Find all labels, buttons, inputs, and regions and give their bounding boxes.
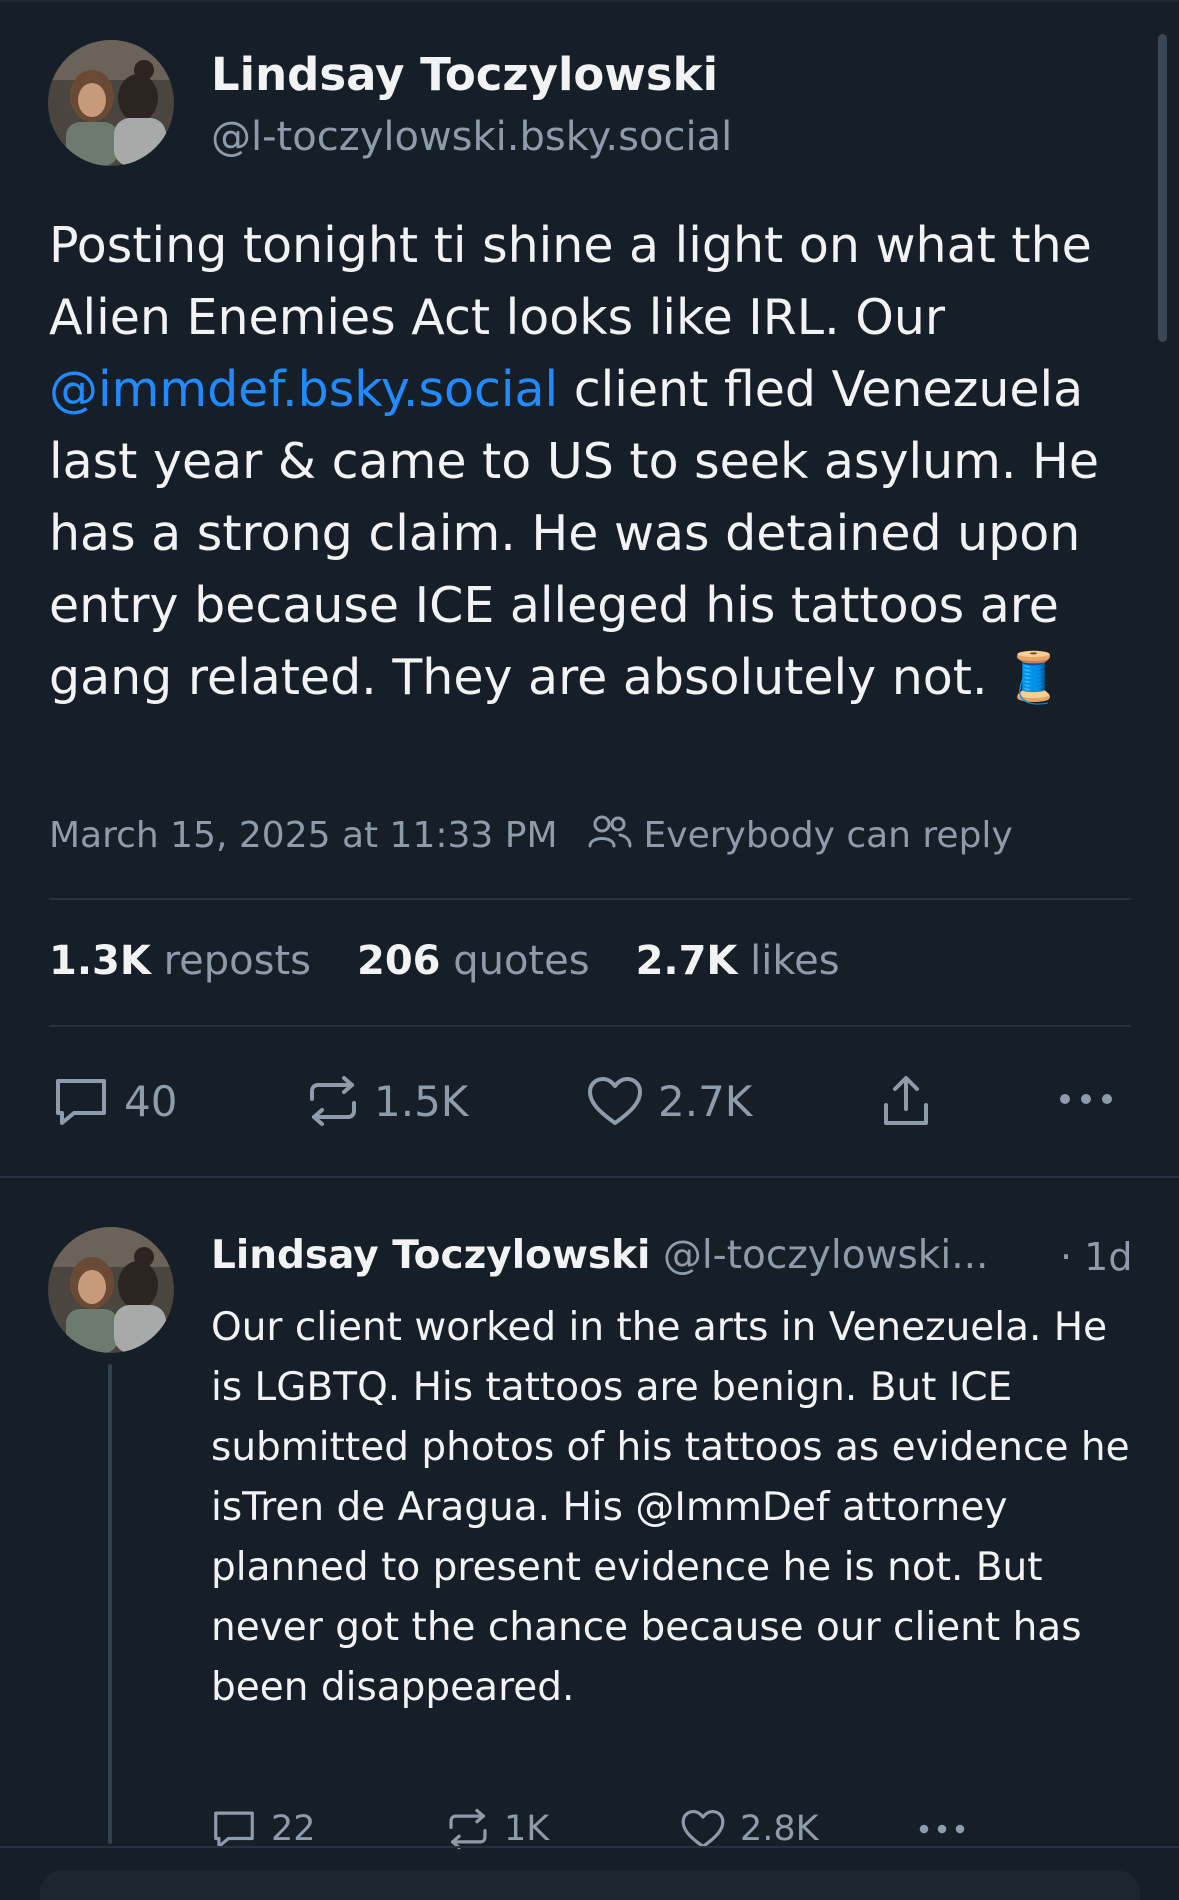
top-border bbox=[0, 0, 1179, 2]
post-meta: March 15, 2025 at 11:33 PM Everybody can… bbox=[49, 814, 1013, 857]
author-avatar[interactable] bbox=[48, 40, 174, 166]
divider bbox=[49, 898, 1131, 900]
post-text-part-1: Posting tonight ti shine a light on what… bbox=[49, 217, 1092, 346]
engagement-stats: 1.3K reposts 206 quotes 2.7K likes bbox=[49, 938, 886, 984]
reply-age[interactable]: · 1d bbox=[1060, 1235, 1132, 1279]
repost-count: 1.5K bbox=[374, 1076, 469, 1126]
likes-count: 2.7K bbox=[635, 938, 738, 984]
more-button[interactable] bbox=[1058, 1092, 1114, 1106]
reply-like-button[interactable]: 2.8K bbox=[680, 1808, 819, 1850]
author-name[interactable]: Lindsay Toczylowski bbox=[211, 48, 718, 101]
likes-stat[interactable]: 2.7K likes bbox=[636, 938, 840, 984]
like-icon bbox=[680, 1808, 726, 1850]
quotes-count: 206 bbox=[356, 938, 441, 984]
share-button[interactable] bbox=[878, 1073, 934, 1129]
post-separator bbox=[0, 1176, 1179, 1178]
post-text: Posting tonight ti shine a light on what… bbox=[49, 210, 1139, 714]
reply-author-name[interactable]: Lindsay Toczylowski bbox=[211, 1233, 650, 1278]
thread-emoji: 🧵 bbox=[1003, 649, 1065, 706]
bottom-sheet-edge bbox=[40, 1870, 1140, 1900]
thread-line bbox=[108, 1364, 112, 1844]
reply-more-button[interactable] bbox=[916, 1823, 968, 1835]
repost-icon bbox=[306, 1075, 360, 1127]
reply-repost-button[interactable]: 1K bbox=[446, 1808, 549, 1850]
reply-reply-button[interactable]: 22 bbox=[211, 1808, 316, 1850]
reply-author-avatar[interactable] bbox=[48, 1227, 174, 1353]
divider bbox=[49, 1025, 1131, 1027]
more-icon bbox=[1058, 1092, 1114, 1106]
reply-author-handle[interactable]: @l-toczylowski... bbox=[663, 1233, 989, 1278]
reply-button[interactable]: 40 bbox=[52, 1075, 177, 1127]
reply-count: 40 bbox=[124, 1076, 178, 1126]
bottom-border bbox=[0, 1846, 1179, 1848]
reply-text: Our client worked in the arts in Venezue… bbox=[211, 1305, 1130, 1710]
like-count: 2.7K bbox=[658, 1076, 753, 1126]
scrollbar[interactable] bbox=[1158, 34, 1167, 342]
author-handle[interactable]: @l-toczylowski.bsky.social bbox=[211, 114, 732, 160]
reply-icon bbox=[211, 1808, 257, 1850]
reply-icon bbox=[52, 1075, 110, 1127]
repost-icon bbox=[446, 1808, 490, 1850]
reply-setting[interactable]: Everybody can reply bbox=[644, 815, 1013, 856]
mention-link[interactable]: @immdef.bsky.social bbox=[49, 361, 558, 418]
repost-button[interactable]: 1.5K bbox=[306, 1075, 468, 1127]
reply-header: Lindsay Toczylowski @l-toczylowski... bbox=[211, 1233, 988, 1278]
reply-reply-count: 22 bbox=[271, 1809, 316, 1849]
reposts-stat[interactable]: 1.3K reposts bbox=[49, 938, 311, 984]
reply-repost-count: 1K bbox=[504, 1809, 550, 1849]
reposts-count: 1.3K bbox=[49, 938, 151, 984]
share-icon bbox=[878, 1073, 934, 1129]
people-icon bbox=[588, 814, 632, 857]
quotes-stat[interactable]: 206 quotes bbox=[357, 938, 590, 984]
quotes-label: quotes bbox=[453, 938, 590, 984]
likes-label: likes bbox=[750, 938, 840, 984]
post-timestamp[interactable]: March 15, 2025 at 11:33 PM bbox=[49, 815, 558, 856]
like-icon bbox=[586, 1075, 644, 1127]
reposts-label: reposts bbox=[163, 938, 311, 984]
more-icon bbox=[916, 1823, 968, 1835]
like-button[interactable]: 2.7K bbox=[586, 1075, 752, 1127]
reply-like-count: 2.8K bbox=[740, 1809, 819, 1849]
